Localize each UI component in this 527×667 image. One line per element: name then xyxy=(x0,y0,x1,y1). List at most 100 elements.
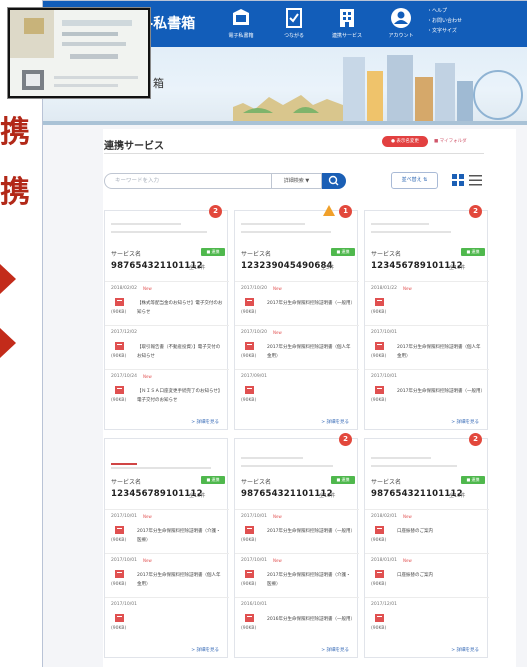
document-title[interactable]: 2017年分生命保険料控除証明書（個人年金用） xyxy=(397,343,483,361)
view-details-link[interactable]: > 詳細を見る xyxy=(321,647,349,653)
new-badge: New xyxy=(273,558,282,563)
document-title[interactable]: 2017年分生命保険料控除証明書（個人年金用） xyxy=(137,571,223,589)
document-row[interactable]: 2018/02/01 New (90KB) 口座振替のご案内 xyxy=(365,509,489,553)
document-title[interactable]: 2017年分生命保険料控除証明書（個人年金用） xyxy=(267,343,353,361)
document-row[interactable]: 2017/10/01 New (90KB) 2017年分生命保険料控除証明書（介… xyxy=(235,553,359,597)
service-card[interactable]: 2 サービス名 ■ 連携 123456789101112 全10件 2018/0… xyxy=(364,205,489,430)
search-button[interactable] xyxy=(322,173,346,189)
notification-badge: 1 xyxy=(339,205,352,218)
document-title[interactable]: 2017年分生命保険料控除証明書（一般用） xyxy=(267,527,355,536)
rename-button[interactable]: ● 表示名変更 xyxy=(382,136,428,147)
document-row[interactable]: 2017/12/02 (90KB) 【取引報告書（不動産投資）】電子交付のお知ら… xyxy=(105,325,229,369)
document-title[interactable]: 2017年分生命保険料控除証明書（介護・医療） xyxy=(267,571,353,589)
file-size: (90KB) xyxy=(241,310,257,315)
utility-links: ・ヘルプ ・お問い合わせ ・文字サイズ xyxy=(427,6,462,36)
help-link[interactable]: ・ヘルプ xyxy=(427,6,462,16)
document-title[interactable]: 口座振替のご案内 xyxy=(397,527,483,536)
row-date: 2017/09/01 xyxy=(241,374,267,379)
new-badge: New xyxy=(273,330,282,335)
header-line xyxy=(241,223,305,225)
page-title: 箱 xyxy=(153,77,164,90)
service-card[interactable]: 2 サービス名 ■ 連携 987654321101112 全10件 2017/1… xyxy=(234,433,359,658)
new-badge: New xyxy=(403,286,412,291)
service-card[interactable]: 2 サービス名 ■ 連携 987654321101112 全10件 2018/0… xyxy=(364,433,489,658)
document-row[interactable]: 2017/10/01 (90KB) 2017年分生命保険料控除証明書（一般用） xyxy=(365,369,489,413)
document-title[interactable]: 口座振替のご案内 xyxy=(397,571,483,580)
row-date: 2017/10/01 xyxy=(371,330,397,335)
document-title[interactable]: 2017年分生命保険料控除証明書（介護・医療） xyxy=(137,527,223,545)
document-row[interactable]: 2017/10/01 New (90KB) 2017年分生命保険料控除証明書（介… xyxy=(105,509,229,553)
row-date: 2017/12/01 xyxy=(371,602,397,607)
document-title[interactable]: 【株式等配当金のお知らせ】電子交付のお知らせ xyxy=(137,299,223,317)
row-date: 2017/10/01 xyxy=(371,374,397,379)
service-card[interactable]: サービス名 ■ 連携 123456789101112 全10件 2017/10/… xyxy=(104,438,229,658)
pdf-icon xyxy=(115,342,124,350)
document-row[interactable]: 2017/12/01 (90KB) xyxy=(365,597,489,641)
view-details-link[interactable]: > 詳細を見る xyxy=(451,647,479,653)
view-details-link[interactable]: > 詳細を見る xyxy=(451,419,479,425)
section-divider xyxy=(104,153,484,154)
document-row[interactable]: 2017/09/01 (90KB) xyxy=(235,369,359,413)
document-row[interactable]: 2017/10/20 New (90KB) 2017年分生命保険料控除証明書（一… xyxy=(235,281,359,325)
nav-item-mailbox[interactable]: 電子私書箱 xyxy=(215,5,267,45)
nav-item-connect[interactable]: つながる xyxy=(268,5,320,45)
notification-badge: 2 xyxy=(469,205,482,218)
document-row[interactable]: 2018/01/22 New (90KB) xyxy=(365,281,489,325)
file-size: (90KB) xyxy=(111,538,127,543)
font-size-link[interactable]: ・文字サイズ xyxy=(427,26,462,36)
nav-item-account[interactable]: アカウント xyxy=(375,5,427,45)
contact-link[interactable]: ・お問い合わせ xyxy=(427,16,462,26)
file-size: (90KB) xyxy=(371,310,387,315)
document-title[interactable]: 2017年分生命保険料控除証明書（一般用） xyxy=(397,387,485,396)
document-title[interactable]: 【取引報告書（不動産投資）】電子交付のお知らせ xyxy=(137,343,223,361)
new-badge: New xyxy=(143,374,152,379)
row-date: 2017/10/01 xyxy=(241,514,267,519)
document-title[interactable]: 2017年分生命保険料控除証明書（一般用） xyxy=(267,299,355,308)
header-line xyxy=(111,467,211,469)
document-row[interactable]: 2017/10/20 New (90KB) 2017年分生命保険料控除証明書（個… xyxy=(235,325,359,369)
document-title[interactable]: 2016年分生命保険料控除証明書（一般用） xyxy=(267,615,355,624)
my-folder-link[interactable]: ■ マイフォルダ xyxy=(434,137,467,146)
link-status-badge: ■ 連携 xyxy=(461,476,485,484)
service-card[interactable]: 1 サービス名 ■ 連携 123239045490684 全5件 2017/10… xyxy=(234,205,359,430)
detail-search-dropdown[interactable]: 詳細検索 ▼ xyxy=(272,173,322,189)
item-count: 全10件 xyxy=(449,265,466,271)
service-label: サービス名 xyxy=(111,251,142,258)
row-date: 2017/10/01 xyxy=(111,514,137,519)
document-row[interactable]: 2017/10/01 (90KB) xyxy=(105,597,229,641)
service-label: サービス名 xyxy=(371,251,402,258)
file-size: (90KB) xyxy=(241,538,257,543)
view-details-link[interactable]: > 詳細を見る xyxy=(191,647,219,653)
grid-view-icon[interactable] xyxy=(452,174,464,186)
document-row[interactable]: 2017/10/01 New (90KB) 2017年分生命保険料控除証明書（個… xyxy=(105,553,229,597)
document-row[interactable]: 2016/10/01 (90KB) 2016年分生命保険料控除証明書（一般用） xyxy=(235,597,359,641)
view-details-link[interactable]: > 詳細を見る xyxy=(321,419,349,425)
pdf-icon xyxy=(375,298,384,306)
document-title[interactable]: 【ＮＩＳＡ口座変更手続完了のお知らせ】電子交付のお知らせ xyxy=(137,387,223,405)
header-line xyxy=(111,463,137,465)
document-row[interactable]: 2017/10/01 (90KB) 2017年分生命保険料控除証明書（個人年金用… xyxy=(365,325,489,369)
service-number: 123239045490684 xyxy=(241,261,333,271)
new-badge: New xyxy=(143,514,152,519)
document-row[interactable]: 2017/10/24 New (90KB) 【ＮＩＳＡ口座変更手続完了のお知らせ… xyxy=(105,369,229,413)
pdf-icon xyxy=(115,570,124,578)
new-badge: New xyxy=(143,558,152,563)
sort-button[interactable]: 並べ替え ⇅ xyxy=(391,172,438,189)
row-date: 2017/10/01 xyxy=(111,558,137,563)
view-details-link[interactable]: > 詳細を見る xyxy=(191,419,219,425)
service-card[interactable]: 2 サービス名 ■ 連携 987654321101112 全10件 2018/0… xyxy=(104,205,229,430)
new-badge: New xyxy=(143,286,152,291)
document-row[interactable]: 2018/01/01 New (90KB) 口座振替のご案内 xyxy=(365,553,489,597)
search-input[interactable]: キーワードを入力 xyxy=(104,173,272,189)
header-line xyxy=(371,465,457,467)
item-count: 全10件 xyxy=(449,493,466,499)
pdf-icon xyxy=(245,526,254,534)
pdf-icon xyxy=(375,526,384,534)
document-row[interactable]: 2017/10/01 New (90KB) 2017年分生命保険料控除証明書（一… xyxy=(235,509,359,553)
card-header xyxy=(241,445,351,469)
file-size: (90KB) xyxy=(241,398,257,403)
document-row[interactable]: 2018/02/02 New (90KB) 【株式等配当金のお知らせ】電子交付の… xyxy=(105,281,229,325)
file-size: (90KB) xyxy=(111,582,127,587)
nav-item-services[interactable]: 連携サービス xyxy=(321,5,373,45)
list-view-icon[interactable] xyxy=(469,174,482,186)
